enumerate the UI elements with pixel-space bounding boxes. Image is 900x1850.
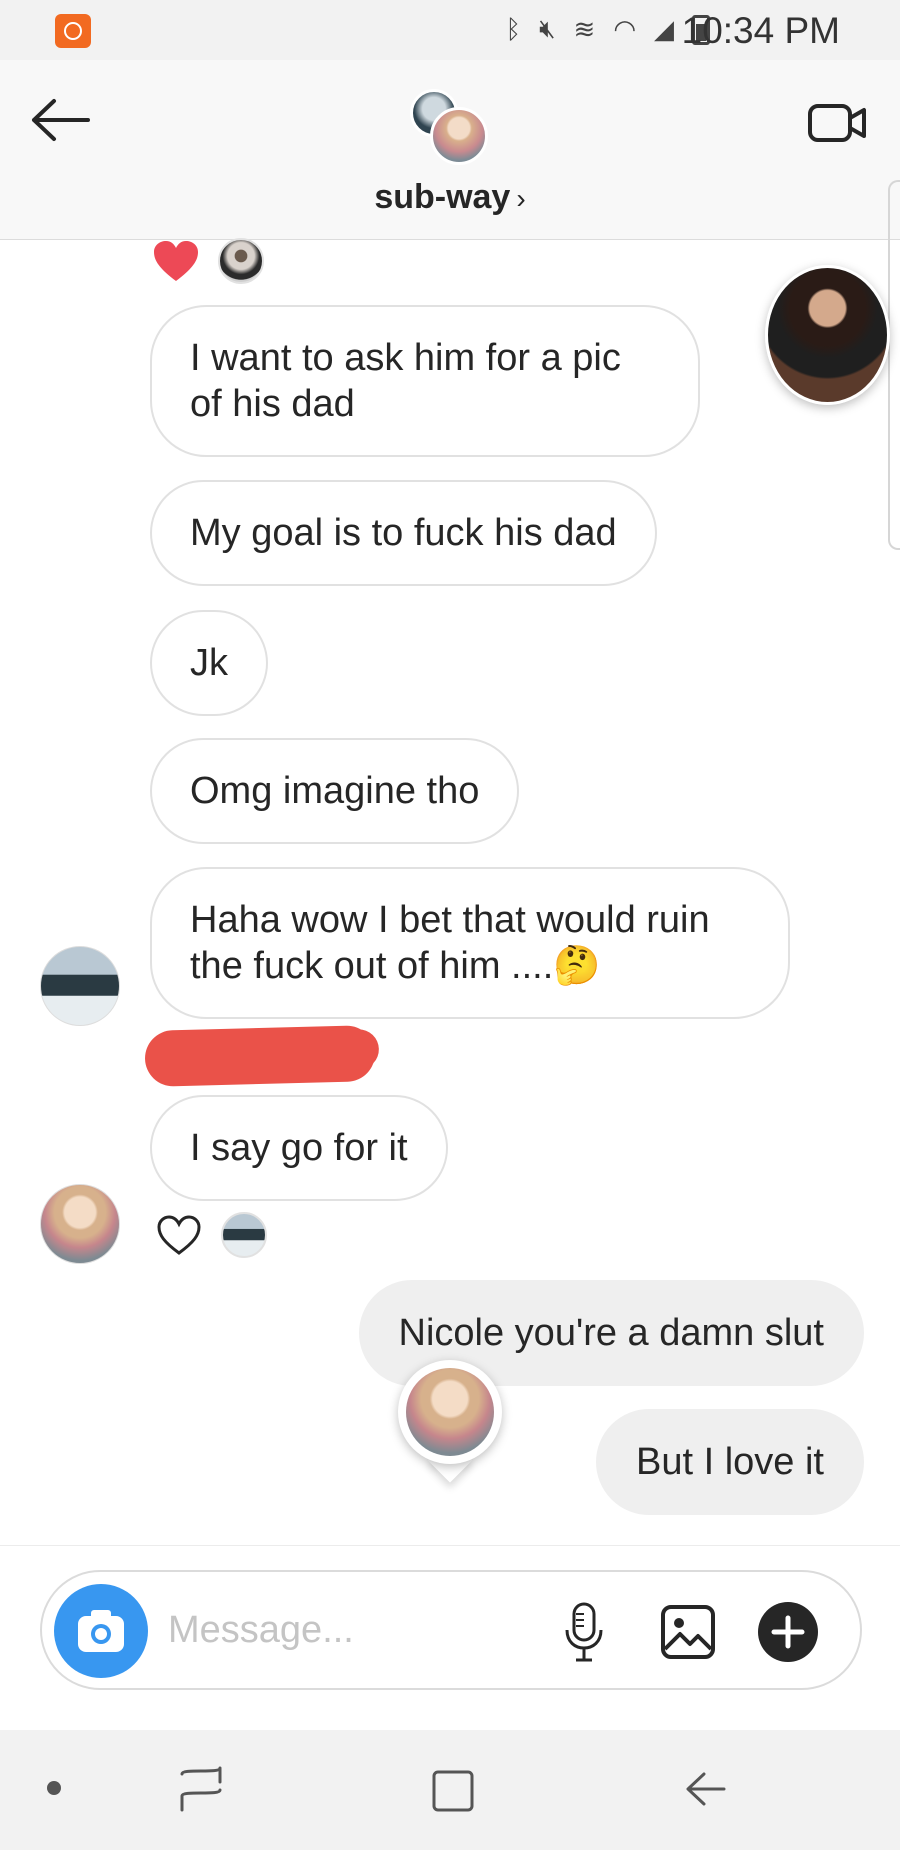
thread-title[interactable]: sub-way › (0, 178, 900, 217)
wifi-icon: ◠ (613, 14, 636, 45)
floating-profile-avatar[interactable] (765, 265, 890, 405)
message-bubble-sent[interactable]: But I love it (596, 1409, 864, 1515)
redaction-mark (144, 1024, 376, 1088)
microphone-icon[interactable] (562, 1600, 606, 1664)
message-text: But I love it (636, 1441, 824, 1483)
home-icon[interactable] (428, 1766, 478, 1816)
recent-apps-icon[interactable] (176, 1764, 226, 1814)
message-input[interactable] (168, 1602, 468, 1658)
plus-icon (771, 1615, 805, 1649)
message-composer (40, 1570, 862, 1690)
message-text: Haha wow I bet that would ruin the fuck … (190, 899, 710, 987)
vibrate-icon: ≋ (573, 14, 596, 45)
chat-header: sub-way › (0, 60, 900, 240)
message-bubble[interactable]: Omg imagine tho (150, 738, 520, 844)
message-reactions (155, 1212, 267, 1258)
avatar (221, 1212, 267, 1258)
scroll-indicator[interactable] (888, 180, 900, 550)
status-icons: ᛒ 🔇︎ ≋ ◠ ◢ (506, 14, 710, 45)
message-bubble[interactable]: I say go for it (150, 1095, 448, 1201)
message-bubble[interactable]: Haha wow I bet that would ruin the fuck … (150, 867, 790, 1019)
system-nav-bar (0, 1730, 900, 1850)
message-reactions (152, 238, 264, 284)
heart-outline-icon[interactable] (155, 1213, 203, 1257)
message-text: My goal is to fuck his dad (190, 512, 617, 554)
message-bubble[interactable]: I want to ask him for a pic of his dad (150, 305, 700, 457)
gallery-icon[interactable] (660, 1604, 716, 1660)
avatar (406, 1368, 494, 1456)
mi-app-icon (55, 14, 91, 48)
message-bubble[interactable]: Jk (150, 610, 268, 716)
video-call-icon[interactable] (806, 98, 870, 148)
camera-icon (78, 1610, 124, 1652)
heart-filled-icon[interactable] (152, 239, 200, 283)
clock: 10:34 PM (681, 10, 840, 51)
message-text: Omg imagine tho (190, 770, 480, 812)
message-text: Jk (190, 642, 228, 684)
camera-button[interactable] (54, 1584, 148, 1678)
status-bar: ᛒ 🔇︎ ≋ ◠ ◢ 10:34 PM (0, 0, 900, 60)
back-nav-icon[interactable] (680, 1764, 730, 1814)
group-avatar[interactable] (405, 85, 490, 170)
sender-avatar[interactable] (40, 1184, 120, 1264)
dot-icon[interactable] (44, 1778, 64, 1798)
divider (0, 1545, 900, 1546)
message-text: Nicole you're a damn slut (398, 1312, 824, 1354)
avatar (430, 107, 488, 165)
signal-icon: ◢ (654, 14, 674, 45)
mute-icon: 🔇︎ (539, 14, 556, 44)
add-button[interactable] (758, 1602, 818, 1662)
thread-title-text: sub-way (374, 178, 511, 216)
bluetooth-icon: ᛒ (505, 14, 522, 45)
message-text: I want to ask him for a pic of his dad (190, 337, 621, 425)
sender-avatar[interactable] (40, 946, 120, 1026)
back-arrow-icon[interactable] (28, 95, 92, 145)
chevron-right-icon: › (516, 183, 526, 214)
seen-indicator (398, 1360, 502, 1490)
avatar (218, 238, 264, 284)
message-bubble[interactable]: My goal is to fuck his dad (150, 480, 657, 586)
message-text: I say go for it (190, 1127, 408, 1169)
